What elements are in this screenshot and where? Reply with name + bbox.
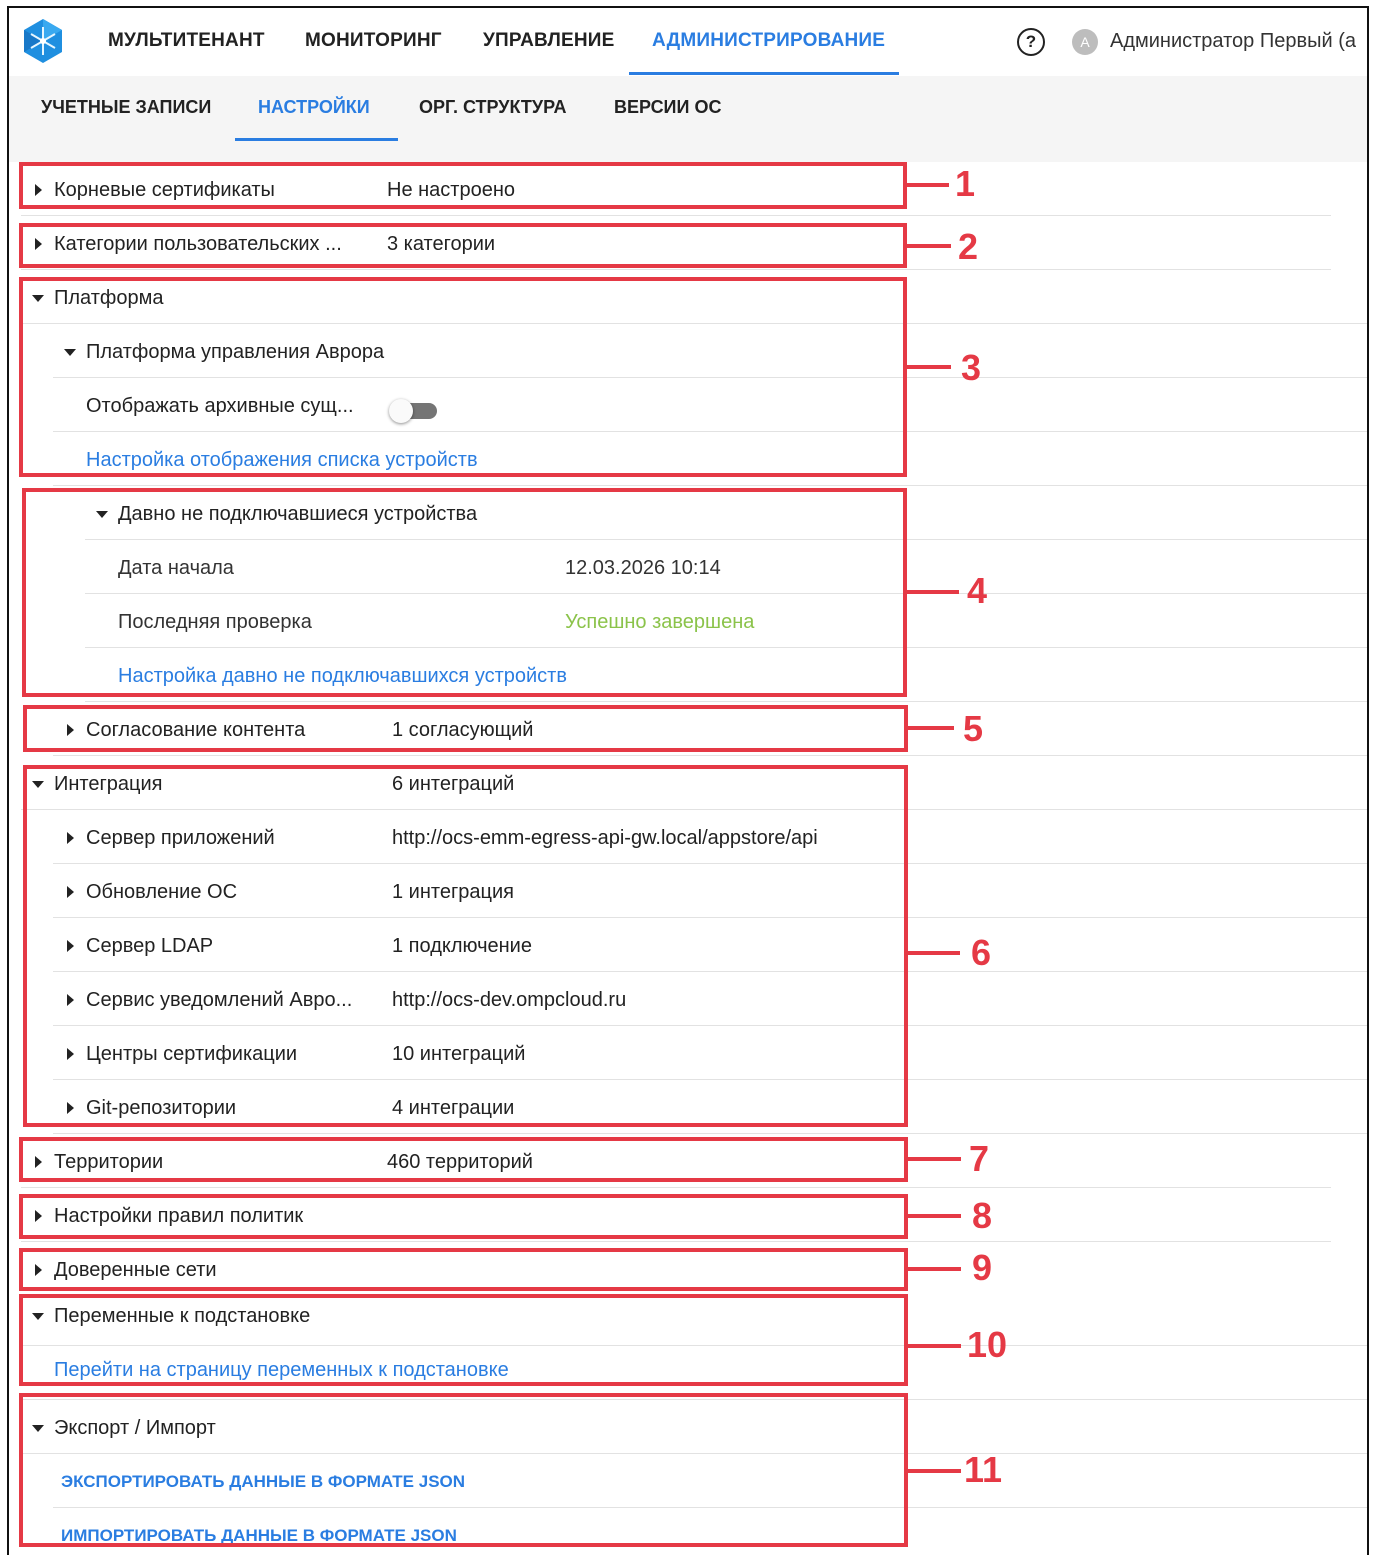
callout-line bbox=[907, 183, 949, 187]
nav-management[interactable]: УПРАВЛЕНИЕ bbox=[483, 30, 615, 52]
callout-line bbox=[907, 590, 959, 594]
tab-settings[interactable]: НАСТРОЙКИ bbox=[258, 97, 370, 118]
callout-line bbox=[908, 951, 960, 955]
callout-number: 2 bbox=[958, 226, 979, 267]
top-bar: МУЛЬТИТЕНАНТ МОНИТОРИНГ УПРАВЛЕНИЕ АДМИН… bbox=[9, 8, 1367, 77]
callout-line bbox=[907, 365, 951, 369]
user-name[interactable]: Администратор Первый (а bbox=[1110, 30, 1356, 53]
callout-number: 7 bbox=[969, 1138, 990, 1179]
callout-line bbox=[908, 1344, 961, 1348]
callout-box bbox=[23, 765, 908, 1127]
callout-box bbox=[19, 1393, 908, 1547]
help-icon[interactable]: ? bbox=[1017, 28, 1045, 56]
callout-line bbox=[908, 726, 954, 730]
app-window: МУЛЬТИТЕНАНТ МОНИТОРИНГ УПРАВЛЕНИЕ АДМИН… bbox=[7, 6, 1369, 1555]
callout-number: 11 bbox=[964, 1449, 1003, 1490]
callout-number: 9 bbox=[972, 1247, 993, 1288]
tab-org-structure[interactable]: ОРГ. СТРУКТУРА bbox=[419, 97, 567, 118]
avatar[interactable]: A bbox=[1072, 29, 1098, 55]
callout-box bbox=[19, 162, 907, 209]
callout-box bbox=[19, 1248, 908, 1291]
nav-multitenant[interactable]: МУЛЬТИТЕНАНТ bbox=[108, 30, 265, 52]
callout-number: 4 bbox=[967, 570, 988, 611]
callout-line bbox=[908, 1469, 961, 1473]
tab-active-indicator bbox=[235, 138, 398, 141]
nav-monitoring[interactable]: МОНИТОРИНГ bbox=[305, 30, 442, 52]
callout-number: 6 bbox=[971, 932, 992, 973]
callout-line bbox=[908, 1214, 961, 1218]
callout-box bbox=[22, 488, 907, 697]
callout-number: 5 bbox=[963, 708, 984, 749]
tab-os-versions[interactable]: ВЕРСИИ ОС bbox=[614, 97, 721, 118]
callout-box bbox=[19, 1137, 908, 1182]
callout-box bbox=[19, 1194, 908, 1239]
callout-number: 3 bbox=[961, 347, 982, 388]
nav-active-indicator bbox=[629, 72, 899, 75]
callout-number: 1 bbox=[955, 163, 976, 204]
callout-line bbox=[908, 1267, 961, 1271]
callout-box bbox=[19, 223, 907, 268]
sub-nav: УЧЕТНЫЕ ЗАПИСИ НАСТРОЙКИ ОРГ. СТРУКТУРА … bbox=[9, 76, 1367, 162]
nav-administration[interactable]: АДМИНИСТРИРОВАНИЕ bbox=[652, 30, 885, 52]
callout-number: 8 bbox=[972, 1195, 993, 1236]
callout-number: 10 bbox=[967, 1324, 1008, 1365]
tab-accounts[interactable]: УЧЕТНЫЕ ЗАПИСИ bbox=[41, 97, 211, 118]
callout-box bbox=[19, 277, 907, 477]
callout-box bbox=[19, 1294, 908, 1386]
app-logo-icon bbox=[24, 19, 62, 63]
callout-line bbox=[907, 244, 951, 248]
callout-line bbox=[908, 1157, 961, 1161]
callout-box bbox=[23, 705, 908, 752]
